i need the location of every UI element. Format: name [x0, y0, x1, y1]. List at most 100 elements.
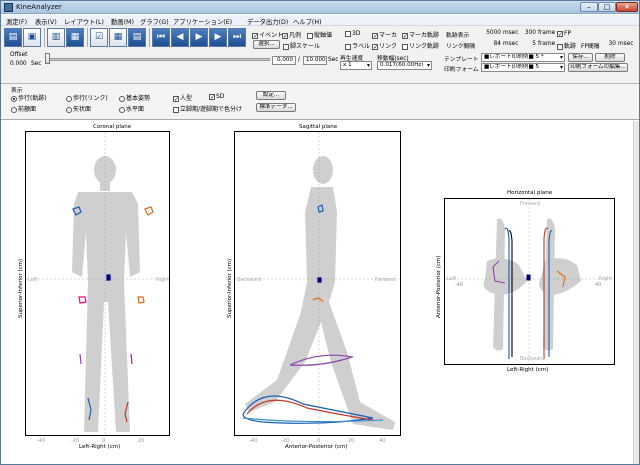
sagittal-xlabel: Anterior-Posterior (cm)	[285, 444, 348, 450]
maximize-button[interactable]: □	[598, 2, 616, 12]
title-bar: KineAnalyzer – □ ✕	[1, 1, 639, 14]
checklist-icon[interactable]: ☑	[90, 28, 108, 47]
event-checkbox[interactable]: ✓イベント	[252, 30, 283, 39]
horizontal-tick: -40	[455, 282, 464, 288]
sagittal-tick: 20	[348, 438, 355, 444]
app-icon	[4, 3, 13, 12]
toolbar-separator	[44, 28, 45, 47]
link-interval-frame[interactable]: 5	[519, 41, 536, 47]
radio-walk-link[interactable]: 歩行(リンク)	[66, 93, 108, 102]
radio-sagittal[interactable]: 矢状面	[66, 104, 91, 113]
save-template-button[interactable]: 保存...	[568, 53, 593, 62]
total-time-unit: Sec	[328, 57, 339, 63]
menu-video[interactable]: 動画(M)	[111, 17, 134, 26]
menu-help[interactable]: ヘルプ(H)	[293, 17, 322, 26]
standard-data-button[interactable]: 標準データ...	[256, 103, 296, 112]
edit-print-form-button[interactable]: 印刷フォームの編集...	[568, 63, 628, 72]
3d-checkbox[interactable]: 3D	[345, 30, 360, 37]
export-icon[interactable]: ▦	[66, 28, 84, 47]
radio-horizontal[interactable]: 水平面	[119, 104, 144, 113]
step-forward-icon[interactable]: ▶	[209, 28, 227, 47]
first-frame-icon[interactable]: ⏮	[152, 28, 170, 47]
trajectory-msec[interactable]: 5000	[475, 30, 501, 36]
link-interval-msec[interactable]: 84	[475, 41, 501, 47]
menu-view[interactable]: 表示(V)	[35, 17, 57, 26]
menu-data-output[interactable]: データ出力(D)	[247, 17, 288, 26]
calculator-icon[interactable]: ▦	[109, 28, 127, 47]
menu-layout[interactable]: レイアウト(L)	[64, 17, 104, 26]
stance-swing-color-checkbox[interactable]: 立脚期/遊脚期で色分け	[173, 104, 242, 113]
save-icon[interactable]: ▣	[23, 28, 41, 47]
coronal-tick: -40	[37, 438, 46, 444]
move-width-select[interactable]: 0.017(60.00Hz)	[377, 61, 432, 70]
open-icon[interactable]: ▤	[4, 28, 22, 47]
coronal-figure	[26, 132, 169, 435]
offset-label: Offset	[10, 52, 28, 58]
time-slider-thumb[interactable]	[45, 53, 50, 64]
coronal-tick: 20	[138, 438, 145, 444]
menu-graph[interactable]: グラフ(G)	[140, 17, 169, 26]
report-icon[interactable]: ▤	[128, 28, 146, 47]
offset-value: 0.000	[10, 61, 27, 67]
link-checkbox[interactable]: ✓リンク	[372, 41, 397, 50]
template-label: テンプレート	[444, 57, 479, 63]
trajectory-display-label: 軌跡表示	[446, 33, 470, 39]
human-checkbox[interactable]: ✓人型	[173, 93, 192, 102]
template-select[interactable]: ■レポート印刷例■ 5 *	[481, 53, 565, 62]
playback-speed-select[interactable]: x 1	[340, 61, 372, 70]
last-frame-icon[interactable]: ⏭	[228, 28, 246, 47]
settings-button[interactable]: 設定...	[256, 91, 286, 100]
fp-trajectory-checkbox[interactable]: 軌跡	[557, 41, 576, 50]
coronal-left-label: Left	[28, 277, 38, 283]
radio-walk-trajectory[interactable]: 歩行(軌跡)	[11, 93, 47, 102]
print-form-select[interactable]: ■レポート印刷例■ 5	[481, 63, 565, 72]
marker-checkbox[interactable]: ✓マーカ	[372, 30, 397, 39]
sagittal-ylabel: Superior-Inferior (cm)	[227, 258, 233, 318]
offset-unit: Sec	[31, 61, 42, 67]
sagittal-left-label: Backward	[237, 277, 262, 283]
legend-checkbox[interactable]: ✓凡例	[282, 30, 301, 39]
fp-interval-label: FP間隔	[581, 44, 600, 50]
sagittal-human-silhouette	[245, 156, 395, 430]
total-time-field: 10.000	[303, 56, 327, 65]
minimize-button[interactable]: –	[580, 2, 598, 12]
vertical-axis-checkbox[interactable]: 縦軸値	[307, 30, 332, 39]
fp-interval-unit: msec	[618, 41, 634, 47]
current-time-field[interactable]: 0.000	[272, 56, 296, 65]
horizontal-title: Horizontal plane	[507, 190, 553, 196]
link-interval-label: リンク間隔	[446, 44, 475, 50]
toolbar-separator	[87, 28, 88, 47]
link-trajectory-checkbox[interactable]: リンク軌跡	[402, 41, 439, 50]
fp-checkbox[interactable]: ✓FP	[557, 30, 571, 37]
menu-application[interactable]: アプリケーション(E)	[173, 17, 232, 26]
horizontal-plot: Forward Backward Left Right	[444, 198, 615, 365]
link-interval-msec-unit: msec	[503, 41, 519, 47]
play-icon[interactable]: ▶	[190, 28, 208, 47]
print-icon[interactable]: ▥	[47, 28, 65, 47]
link-interval-frame-unit: frame	[538, 41, 556, 47]
menu-measure[interactable]: 測定(F)	[6, 17, 27, 26]
foot-scale-checkbox[interactable]: 脚スケール	[283, 41, 320, 50]
sagittal-title: Sagittal plane	[299, 124, 338, 130]
fp-interval-value[interactable]: 30	[604, 41, 616, 47]
radio-basic-posture[interactable]: 基本姿勢	[119, 93, 150, 102]
trajectory-msec-unit: msec	[503, 30, 519, 36]
sd-checkbox[interactable]: ✓SD	[209, 93, 224, 100]
window-title: KineAnalyzer	[16, 3, 62, 11]
sagittal-right-label: Forward	[375, 277, 396, 283]
horizontal-figure	[445, 199, 614, 364]
time-slider-track[interactable]	[45, 58, 270, 61]
radio-coronal[interactable]: 前額面	[11, 104, 36, 113]
marker-trajectory-checkbox[interactable]: ✓マーカ軌跡	[402, 30, 439, 39]
select-button[interactable]: 選択...	[253, 40, 280, 49]
vertical-scrollbar[interactable]	[633, 121, 639, 464]
label-checkbox[interactable]: ラベル	[345, 41, 370, 50]
horizontal-ylabel: Anterior-Posterior (cm)	[436, 255, 442, 318]
coronal-ylabel: Superior-Inferior (cm)	[18, 258, 24, 318]
delete-template-button[interactable]: 削除	[595, 53, 625, 62]
coronal-plot: Left Right	[25, 131, 170, 436]
menu-bar: 測定(F) 表示(V) レイアウト(L) 動画(M) グラフ(G) アプリケーシ…	[1, 15, 639, 26]
step-back-icon[interactable]: ◀	[171, 28, 189, 47]
trajectory-frame[interactable]: 300	[519, 30, 536, 36]
close-button[interactable]: ✕	[616, 2, 638, 12]
